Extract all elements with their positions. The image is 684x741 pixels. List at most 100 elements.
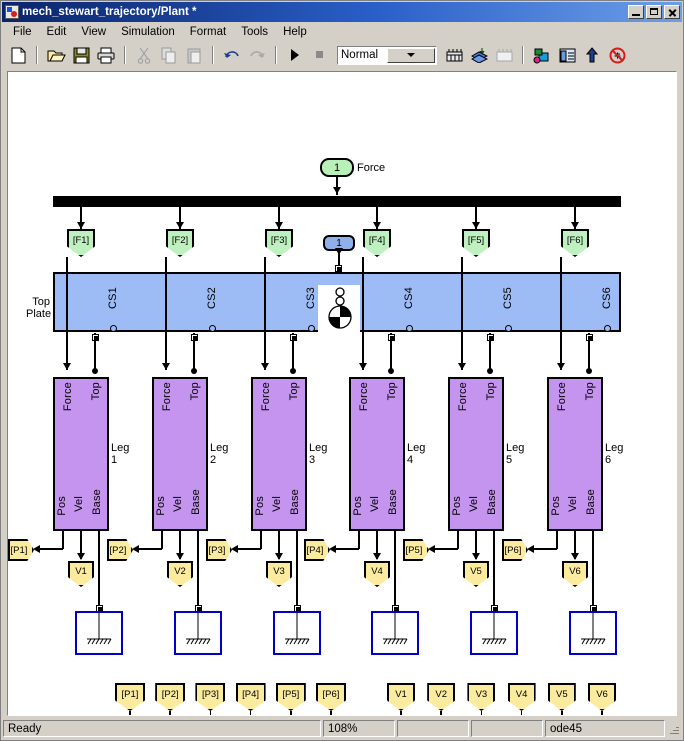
start-simulation-icon[interactable] [284,44,306,66]
stop-simulation-icon[interactable] [309,44,331,66]
debug-off-icon[interactable] [606,44,628,66]
goto-vel-3[interactable]: V3 [266,561,292,587]
from-vel-5[interactable]: V5 [548,683,576,711]
leg-base-to-ground-line [394,531,396,608]
leg-input-label-top-4: Top [386,382,398,400]
leg-output-label-base-2: Base [190,489,202,515]
from-vel-4[interactable]: V4 [508,683,536,711]
ground-block-4[interactable] [371,611,419,655]
from-to-mux-line [481,711,483,716]
plate-cs-label-6: CS6 [601,287,613,309]
menu-file[interactable]: File [6,24,39,40]
leg-output-label-vel-6: Vel [567,496,579,512]
input-port-number: 1 [334,162,340,174]
menu-simulation[interactable]: Simulation [114,24,182,40]
arrow-icon [373,553,381,560]
ground-block-2[interactable] [174,611,222,655]
leg-output-label-vel-1: Vel [73,496,85,512]
goto-force-5[interactable]: [F5] [462,229,490,257]
goto-force-6[interactable]: [F6] [561,229,589,257]
from-to-mux-line [561,711,563,716]
simulation-mode-select[interactable]: Normal [337,46,437,65]
model-canvas[interactable]: 1Force [F1] [F2] [F3] [F4] [F5] [F6] 1To… [7,71,677,716]
goto-vel-5[interactable]: V5 [463,561,489,587]
model-explorer-icon[interactable] [556,44,578,66]
from-pos-5[interactable]: [P5] [276,683,306,711]
goto-force-2[interactable]: [F2] [166,229,194,257]
leg-top-connection-port-6 [586,334,593,341]
body-block[interactable] [318,285,360,332]
from-pos-2[interactable]: [P2] [155,683,185,711]
update-diagram-icon[interactable] [443,44,465,66]
open-model-icon[interactable] [45,44,67,66]
from-vel-label: V2 [435,689,447,700]
goto-vel-4[interactable]: V4 [364,561,390,587]
goto-vel-1[interactable]: V1 [68,561,94,587]
goto-pos-5[interactable]: [P5] [403,539,429,561]
menu-help[interactable]: Help [276,24,314,40]
ground-block-6[interactable] [569,611,617,655]
model-coverage-icon[interactable] [493,44,515,66]
goto-force-3[interactable]: [F3] [265,229,293,257]
menu-bar: File Edit View Simulation Format Tools H… [1,22,683,41]
from-vel-3[interactable]: V3 [467,683,495,711]
go-to-parent-icon[interactable] [581,44,603,66]
plate-cs-label-2: CS2 [206,287,218,309]
leg-pos-line [36,548,63,550]
minimize-button[interactable] [628,5,644,19]
input-port-label: Force [357,162,385,174]
build-model-icon[interactable] [468,44,490,66]
goto-pos-2[interactable]: [P2] [107,539,133,561]
ground-block-3[interactable] [273,611,321,655]
from-vel-label: V6 [596,689,608,700]
goto-force-4[interactable]: [F4] [363,229,391,257]
undo-icon[interactable] [221,44,243,66]
arrow-icon [162,363,170,370]
ground-block-1[interactable] [75,611,123,655]
from-pos-6[interactable]: [P6] [316,683,346,711]
close-button[interactable] [664,5,680,19]
goto-vel-6[interactable]: V6 [562,561,588,587]
goto-force-1[interactable]: [F1] [67,229,95,257]
input-port-force[interactable]: 1 [320,158,354,177]
menu-tools[interactable]: Tools [234,24,275,40]
goto-pos-1[interactable]: [P1] [8,539,34,561]
from-pos-1[interactable]: [P1] [115,683,145,711]
redo-icon[interactable] [246,44,268,66]
arrow-icon [261,363,269,370]
ground-block-5[interactable] [470,611,518,655]
from-vel-1[interactable]: V1 [387,683,415,711]
cut-icon[interactable] [133,44,155,66]
copy-icon[interactable] [158,44,180,66]
library-browser-icon[interactable] [531,44,553,66]
menu-format[interactable]: Format [183,24,233,40]
leg-pos-line [457,531,459,549]
connection-dot [388,368,394,374]
plate-cs-label-4: CS4 [403,287,415,309]
force-demux[interactable] [53,196,621,207]
print-icon[interactable] [95,44,117,66]
goto-pos-6[interactable]: [P6] [502,539,528,561]
from-vel-label: V5 [556,689,568,700]
leg-pos-line [431,548,458,550]
goto-vel-2[interactable]: V2 [167,561,193,587]
resize-grip[interactable] [667,720,681,737]
save-model-icon[interactable] [70,44,92,66]
from-pos-3[interactable]: [P3] [195,683,225,711]
from-vel-6[interactable]: V6 [588,683,616,711]
goto-pos-3[interactable]: [P3] [206,539,232,561]
goto-pos-4[interactable]: [P4] [304,539,330,561]
toolbar-separator [124,46,126,64]
leg-top-connection-port-3 [290,334,297,341]
goto-vel-label: V3 [273,566,285,577]
menu-view[interactable]: View [74,24,113,40]
paste-icon[interactable] [183,44,205,66]
maximize-button[interactable] [646,5,662,19]
from-pos-4[interactable]: [P4] [236,683,266,711]
chevron-down-icon[interactable] [387,48,435,63]
menu-edit[interactable]: Edit [40,24,74,40]
arrow-icon [571,222,579,229]
from-vel-2[interactable]: V2 [427,683,455,711]
from-to-mux-line [330,711,332,716]
new-model-icon[interactable] [7,44,29,66]
